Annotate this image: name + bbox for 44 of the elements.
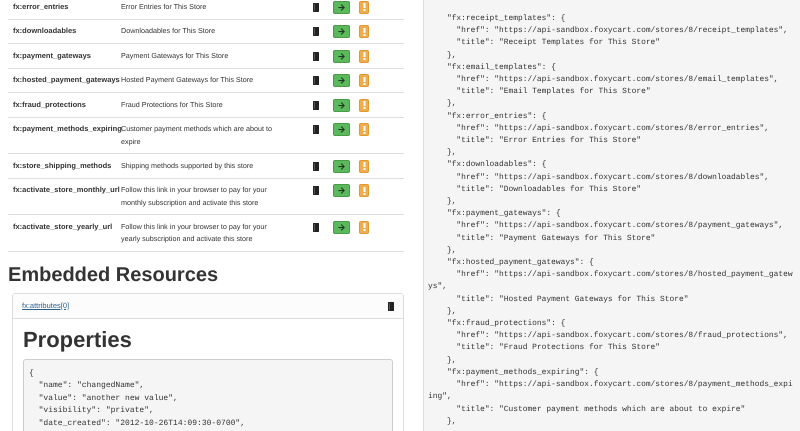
code-line: { (29, 368, 34, 380)
book-icon (313, 2, 319, 12)
follow-link-button[interactable] (333, 184, 350, 197)
follow-link-button[interactable] (333, 220, 350, 234)
book-icon (313, 162, 319, 170)
exclamation-icon (362, 101, 366, 109)
exclamation-icon (362, 223, 366, 231)
arrow-right-icon (337, 2, 346, 12)
follow-link-button[interactable] (333, 50, 350, 62)
properties-heading: Properties (23, 326, 132, 352)
follow-link-button[interactable] (333, 98, 350, 112)
follow-link-button[interactable] (333, 25, 350, 38)
exclamation-icon (362, 76, 366, 84)
book-icon (313, 100, 319, 110)
exclamation-icon (362, 162, 366, 170)
arrow-right-icon (337, 222, 346, 232)
book-icon (388, 302, 394, 311)
arrow-right-icon (337, 162, 346, 170)
exclamation-icon (362, 52, 366, 60)
book-icon (313, 52, 319, 60)
book-icon (313, 222, 319, 232)
follow-link-button[interactable] (333, 0, 350, 14)
arrow-right-icon (337, 52, 346, 60)
code-line: "visibility": "private", (38, 405, 154, 417)
book-icon (313, 125, 319, 134)
code-line: "value": "another new value", (38, 392, 178, 404)
arrow-right-icon (337, 27, 346, 36)
arrow-right-icon (337, 100, 346, 110)
exclamation-icon (362, 186, 366, 194)
code-line: "name": "changedName", (38, 380, 144, 392)
book-icon (313, 186, 319, 195)
arrow-right-icon (337, 76, 346, 85)
book-icon (313, 27, 319, 36)
exclamation-icon (362, 28, 366, 36)
arrow-right-icon (337, 125, 346, 134)
exclamation-icon (362, 3, 366, 11)
section-heading: Embedded Resources (8, 264, 218, 286)
arrow-right-icon (337, 186, 346, 195)
follow-link-button[interactable] (333, 74, 350, 87)
code-line: "date_created": "2012-10-26T14:09:30-0700", (38, 418, 246, 430)
exclamation-icon (362, 126, 366, 134)
follow-link-button[interactable] (333, 123, 350, 136)
follow-link-button[interactable] (333, 160, 350, 172)
book-icon (313, 76, 319, 85)
